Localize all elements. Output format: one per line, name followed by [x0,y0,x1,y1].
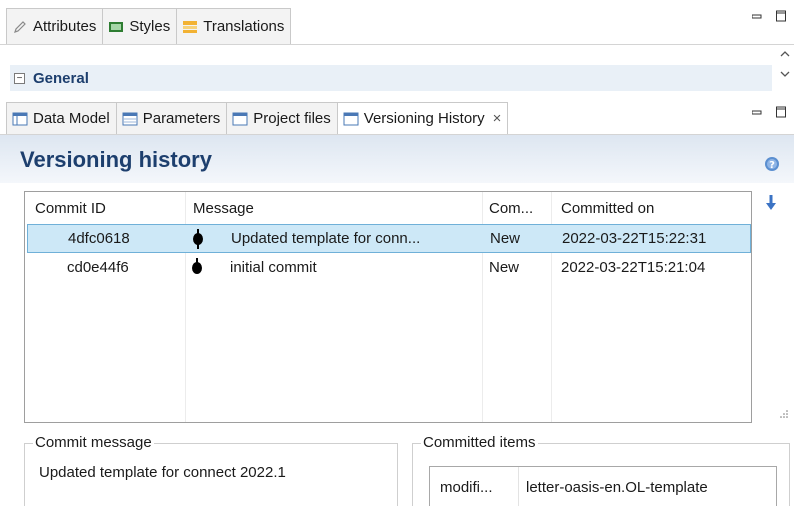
table-row[interactable]: cd0e44f6 initial commit New 2022-03-22T1… [27,254,751,283]
change-type-cell: modifi... [440,479,493,496]
commit-id-cell: cd0e44f6 [67,259,129,276]
column-header-message[interactable]: Message [193,200,254,222]
column-divider [518,467,519,506]
bottom-tab-strip: Data Model Parameters Project files Vers… [6,102,509,134]
scroll-up-icon[interactable] [780,49,790,61]
tab-parameters-label: Parameters [142,110,221,127]
project-files-icon [231,110,249,128]
versioning-icon [342,110,360,128]
resize-grip-icon[interactable] [780,410,788,420]
commit-id-cell: 4dfc0618 [68,230,130,247]
commit-message-group: Commit message Updated template for conn… [24,434,398,506]
data-model-icon [11,110,29,128]
tab-project-files-label: Project files [253,110,331,127]
tab-data-model-label: Data Model [33,110,110,127]
column-header-committed-on[interactable]: Committed on [561,200,654,222]
committed-items-label: Committed items [421,434,538,451]
versioning-header: Versioning history ? [0,135,794,183]
collapse-toggle-icon[interactable]: − [14,72,25,84]
minimize-icon[interactable] [751,10,762,25]
commits-table[interactable]: Commit ID Message Com... Committed on 4d… [24,191,752,423]
attributes-tab-strip: Attributes Styles Translations [6,8,292,44]
message-cell: initial commit [230,259,317,276]
close-icon[interactable]: × [493,110,502,127]
help-icon[interactable]: ? [764,156,780,172]
translations-icon [181,18,199,36]
tab-parameters[interactable]: Parameters [117,103,228,134]
maximize-icon[interactable] [776,106,786,122]
tab-styles[interactable]: Styles [103,9,178,44]
parameters-icon [121,110,139,128]
status-cell: New [490,230,521,247]
column-header-commit-id[interactable]: Commit ID [35,200,106,222]
commit-message-text: Updated template for connect 2022.1 [39,464,286,481]
general-section-header[interactable]: − General [10,65,772,91]
tab-styles-label: Styles [129,18,171,35]
pencil-icon [11,18,29,36]
committed-on-cell: 2022-03-22T15:22:31 [562,230,707,247]
refresh-icon[interactable] [764,194,778,212]
tab-translations-label: Translations [203,18,285,35]
status-cell: New [489,259,520,276]
commit-message-label: Commit message [33,434,154,451]
versioning-view-tabbar: Data Model Parameters Project files Vers… [0,98,794,134]
tab-versioning-history[interactable]: Versioning History × [337,103,508,134]
tab-versioning-history-label: Versioning History [363,110,485,127]
scroll-down-icon[interactable] [780,69,790,81]
svg-text:?: ? [769,160,775,171]
committed-items-table[interactable]: modifi... letter-oasis-en.OL-template [429,466,777,506]
tab-attributes[interactable]: Attributes [7,9,104,44]
file-name-cell: letter-oasis-en.OL-template [526,479,708,496]
page-title: Versioning history [20,147,212,172]
attributes-view-tabbar: Attributes Styles Translations [0,0,794,44]
attributes-panel: − General [0,45,794,96]
css-icon [107,18,125,36]
message-cell: Updated template for conn... [231,230,421,247]
tab-translations[interactable]: Translations [177,9,290,44]
commit-node-icon [191,258,203,278]
column-header-status[interactable]: Com... [489,200,533,222]
general-section-label: General [33,69,89,87]
table-row[interactable]: 4dfc0618 Updated template for conn... Ne… [27,224,751,253]
committed-items-group: Committed items modifi... letter-oasis-e… [412,434,790,506]
tab-project-files[interactable]: Project files [227,103,338,134]
tab-attributes-label: Attributes [33,18,97,35]
maximize-icon[interactable] [776,10,786,26]
minimize-icon[interactable] [751,106,762,121]
tab-data-model[interactable]: Data Model [7,103,117,134]
commit-node-icon [192,229,204,249]
committed-on-cell: 2022-03-22T15:21:04 [561,259,706,276]
